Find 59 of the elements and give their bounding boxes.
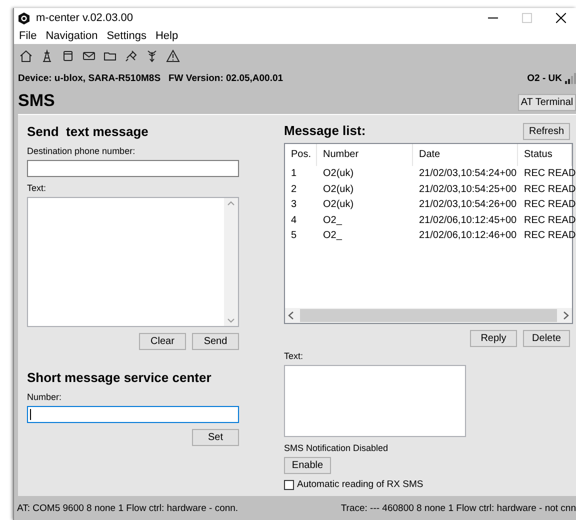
operator-label: O2 - UK (527, 72, 562, 84)
checkbox[interactable] (284, 480, 294, 490)
table-cell-text: 2 (290, 182, 298, 196)
page-title: SMS (18, 91, 55, 111)
table-cell-text: 21/02/03,10:54:25+00 (418, 182, 518, 196)
table-cell-text: O2_ (322, 214, 343, 228)
menu-item[interactable]: File (19, 30, 37, 42)
table-cell-text: O2(uk) (322, 167, 355, 181)
home-icon[interactable] (19, 49, 33, 63)
device-label: Device: u-blox, SARA-R510M8S (18, 72, 161, 84)
column-header[interactable]: Number (317, 144, 413, 166)
clear-button[interactable]: Clear (139, 333, 186, 350)
signal-icon (562, 71, 576, 85)
warning-icon[interactable] (166, 49, 180, 63)
menu-item[interactable]: Help (155, 30, 178, 42)
number-field[interactable] (27, 406, 239, 423)
tower-icon[interactable] (40, 49, 54, 63)
section-heading: Short message service center (27, 370, 212, 386)
firmware-label: FW Version: 02.05,A00.01 (168, 72, 284, 84)
table-cell-text: 3 (290, 198, 298, 212)
table-cell-text: 21/02/06,10:12:46+00 (418, 229, 518, 243)
table-cell-text: 1 (290, 167, 298, 181)
section-heading: Send text message (27, 124, 150, 140)
horizontal-scrollbar[interactable] (285, 308, 572, 323)
menu-item[interactable]: Navigation (46, 30, 98, 42)
close-icon[interactable] (556, 13, 566, 23)
phone-number-field[interactable] (27, 160, 239, 177)
field-label: Number: (27, 392, 63, 402)
field-label: Text: (27, 183, 48, 193)
table-cell-text: O2_ (322, 229, 343, 243)
table-cell-text: O2(uk) (322, 198, 355, 212)
checkbox-label: Automatic reading of RX SMS (297, 479, 424, 490)
set-button[interactable]: Set (192, 429, 239, 446)
table-cell-text: 21/02/03,10:54:26+00 (418, 198, 518, 212)
table-cell-text: 21/02/06,10:12:45+00 (418, 214, 518, 228)
field-label: Text: (284, 351, 304, 361)
reply-button[interactable]: Reply (470, 330, 517, 347)
send-button[interactable]: Send (192, 333, 239, 350)
table-cell-text: O2(uk) (322, 182, 355, 196)
delete-button[interactable]: Delete (523, 330, 570, 347)
status-text: Trace: --- 460800 8 none 1 Flow ctrl: hardware - not cnn (340, 502, 576, 514)
notification-status: SMS Notification Disabled (284, 443, 390, 453)
menu-item[interactable]: Settings (106, 30, 146, 42)
column-header[interactable]: Date (413, 144, 518, 166)
enable-button[interactable]: Enable (284, 457, 331, 474)
field-label: Destination phone number: (27, 146, 136, 156)
section-heading: Message list: (284, 123, 366, 139)
envelope-icon[interactable] (82, 49, 96, 63)
status-text: AT: COM5 9600 8 none 1 Flow ctrl: hardware - conn. (17, 502, 238, 514)
column-header[interactable]: Pos. (285, 144, 317, 166)
refresh-button[interactable]: Refresh (523, 122, 570, 140)
card-icon[interactable] (61, 49, 75, 63)
app-logo-icon (18, 12, 30, 24)
at-terminal-button[interactable]: AT Terminal (518, 94, 576, 110)
table-cell-text: 5 (290, 229, 298, 243)
window-title: m-center v.02.03.00 (36, 12, 134, 24)
table-cell-text: 21/02/03,10:54:24+00 (418, 167, 518, 181)
column-header[interactable]: Status (518, 144, 572, 166)
table-cell-text: 4 (290, 214, 298, 228)
